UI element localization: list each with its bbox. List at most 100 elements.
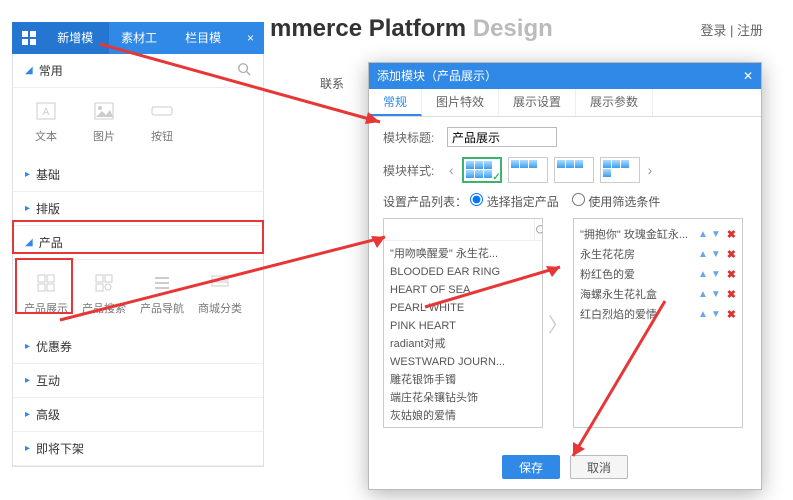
save-button[interactable]: 保存 [502, 455, 560, 479]
caret-right-icon: ▸ [25, 203, 30, 214]
list-item[interactable]: 端庄花朵镶钻头饰 [390, 389, 536, 407]
list-item[interactable]: WESTWARD JOURN... [390, 353, 536, 371]
remove-icon[interactable]: ✖ [727, 265, 736, 285]
toolbar-tab-add[interactable]: 新增模块 [45, 22, 109, 54]
login-link[interactable]: 登录 [700, 23, 726, 38]
modal-titlebar: 添加模块（产品展示） ✕ [369, 63, 761, 89]
move-up-icon[interactable]: ▲ [698, 265, 708, 285]
svg-text:A: A [43, 107, 50, 118]
style-option-1[interactable] [462, 157, 502, 183]
contact-tab[interactable]: 联系 [320, 75, 344, 92]
add-module-modal: 添加模块（产品展示） ✕ 常规 图片特效 展示设置 展示参数 模块标题: 模块样… [368, 62, 762, 490]
title-label: 模块标题: [383, 129, 447, 146]
remove-icon[interactable]: ✖ [727, 245, 736, 265]
modal-tabs: 常规 图片特效 展示设置 展示参数 [369, 89, 761, 117]
tool-product-nav[interactable]: 产品导航 [133, 270, 191, 316]
product-tools: 产品展示 产品搜索 产品导航 商城分类 [13, 260, 263, 330]
selected-item: "拥抱你" 玫瑰金缸永...▲▼✖ [580, 225, 736, 245]
toolbar: 新增模块 素材工厂 栏目模块 × [12, 22, 264, 54]
list-item[interactable]: HEART OF SEA [390, 281, 536, 299]
style-label: 模块样式: [383, 162, 447, 179]
move-up-icon[interactable]: ▲ [698, 285, 708, 305]
caret-right-icon: ▸ [25, 341, 30, 352]
grid-button[interactable] [12, 22, 45, 54]
toolbar-tab-material[interactable]: 素材工厂 [109, 22, 173, 54]
move-down-icon[interactable]: ▼ [711, 265, 721, 285]
remove-icon[interactable]: ✖ [727, 305, 736, 325]
caret-right-icon: ▸ [25, 443, 30, 454]
sidebar-section-common[interactable]: ◢ 常用 [13, 54, 263, 88]
page-title: mmerce Platform Design [270, 15, 553, 43]
image-icon [75, 98, 133, 124]
tool-image[interactable]: 图片 [75, 98, 133, 144]
selected-item: 永生花花房▲▼✖ [580, 245, 736, 265]
filter-row: 设置产品列表： 选择指定产品 使用筛选条件 [383, 193, 747, 210]
sidebar-section-layout[interactable]: ▸排版 [13, 192, 263, 226]
common-tools: A文本 图片 按钮 [13, 88, 263, 158]
grid-icon [17, 270, 75, 296]
toolbar-tab-column[interactable]: 栏目模块 [173, 22, 237, 54]
modal-tab-effects[interactable]: 图片特效 [422, 89, 499, 116]
move-down-icon[interactable]: ▼ [711, 285, 721, 305]
sidebar-section-basic[interactable]: ▸基础 [13, 158, 263, 192]
radio-select-products[interactable]: 选择指定产品 [470, 195, 558, 209]
style-option-2[interactable] [508, 157, 548, 183]
module-title-input[interactable] [447, 127, 557, 147]
selected-products-list: "拥抱你" 玫瑰金缸永...▲▼✖永生花花房▲▼✖粉红色的爱▲▼✖海螺永生花礼盒… [573, 218, 743, 428]
button-icon [133, 98, 191, 124]
sidebar-section-coming[interactable]: ▸即将下架 [13, 432, 263, 466]
list-item[interactable]: 玫瑰花组合 [390, 425, 536, 428]
move-up-icon[interactable]: ▲ [698, 225, 708, 245]
transfer-arrow[interactable]: 〉 [549, 218, 567, 428]
sidebar-section-advanced[interactable]: ▸高级 [13, 398, 263, 432]
style-next-icon[interactable]: › [646, 162, 655, 178]
list-item[interactable]: 灰姑娘的爱情 [390, 407, 536, 425]
list-item[interactable]: PINK HEART [390, 317, 536, 335]
modal-tab-params[interactable]: 展示参数 [576, 89, 653, 116]
selected-item: 粉红色的爱▲▼✖ [580, 265, 736, 285]
modal-close-icon[interactable]: ✕ [743, 63, 753, 89]
move-down-icon[interactable]: ▼ [711, 225, 721, 245]
move-up-icon[interactable]: ▲ [698, 305, 708, 325]
style-option-4[interactable] [600, 157, 640, 183]
category-icon [191, 270, 249, 296]
caret-down-icon: ◢ [25, 65, 33, 76]
list-item[interactable]: BLOODED EAR RING [390, 263, 536, 281]
tool-product-display[interactable]: 产品展示 [17, 270, 75, 316]
product-search-input[interactable] [384, 219, 534, 240]
search-icon[interactable] [237, 62, 251, 79]
caret-right-icon: ▸ [25, 169, 30, 180]
sidebar-section-products[interactable]: ◢产品 [13, 226, 263, 260]
tool-button[interactable]: 按钮 [133, 98, 191, 144]
list-item[interactable]: 雕花银饰手镯 [390, 371, 536, 389]
tool-mall-cat[interactable]: 商城分类 [191, 270, 249, 316]
available-products-list: "用吻唤醒爱" 永生花...BLOODED EAR RINGHEART OF S… [383, 218, 543, 428]
sidebar-section-interaction[interactable]: ▸互动 [13, 364, 263, 398]
move-down-icon[interactable]: ▼ [711, 245, 721, 265]
remove-icon[interactable]: ✖ [727, 285, 736, 305]
move-up-icon[interactable]: ▲ [698, 245, 708, 265]
style-prev-icon[interactable]: ‹ [447, 162, 456, 178]
tool-product-search[interactable]: 产品搜索 [75, 270, 133, 316]
list-item[interactable]: radiant对戒 [390, 335, 536, 353]
list-icon [133, 270, 191, 296]
style-option-3[interactable] [554, 157, 594, 183]
modal-tab-display[interactable]: 展示设置 [499, 89, 576, 116]
toolbar-close-icon[interactable]: × [237, 31, 264, 45]
list-item[interactable]: "用吻唤醒爱" 永生花... [390, 245, 536, 263]
caret-right-icon: ▸ [25, 375, 30, 386]
radio-use-filter[interactable]: 使用筛选条件 [572, 195, 660, 209]
sidebar: ◢ 常用 A文本 图片 按钮 ▸基础 ▸排版 ◢产品 产品展示 产品搜索 产品导… [12, 54, 264, 467]
cancel-button[interactable]: 取消 [570, 455, 628, 479]
remove-icon[interactable]: ✖ [727, 225, 736, 245]
list-item[interactable]: PEARL WHITE [390, 299, 536, 317]
sidebar-section-coupon[interactable]: ▸优惠券 [13, 330, 263, 364]
selected-item: 红白烈焰的爱情▲▼✖ [580, 305, 736, 325]
search-grid-icon [75, 270, 133, 296]
caret-right-icon: ▸ [25, 409, 30, 420]
search-icon[interactable] [534, 219, 543, 240]
move-down-icon[interactable]: ▼ [711, 305, 721, 325]
register-link[interactable]: 注册 [737, 23, 763, 38]
tool-text[interactable]: A文本 [17, 98, 75, 144]
modal-tab-general[interactable]: 常规 [369, 89, 422, 116]
